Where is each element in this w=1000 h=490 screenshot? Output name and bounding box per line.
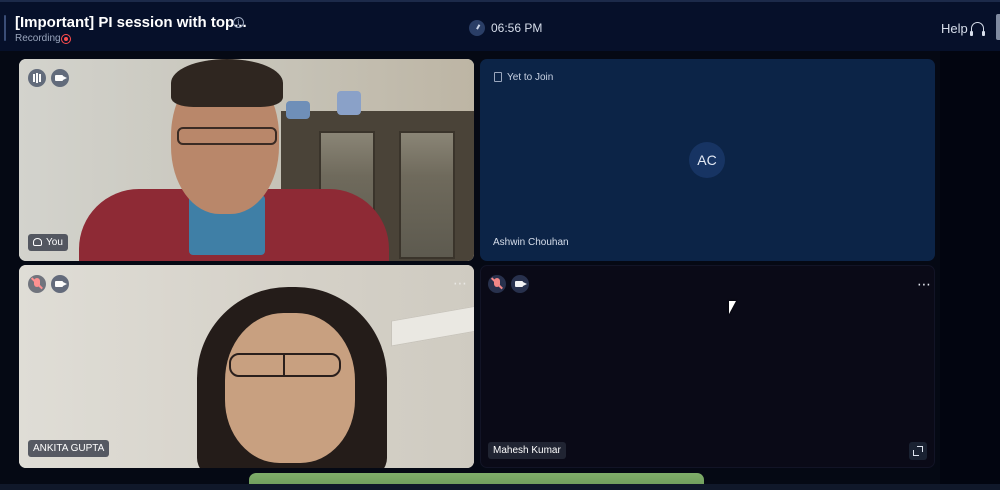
headset-icon[interactable]: [970, 22, 985, 36]
help-button[interactable]: Help: [941, 21, 968, 36]
participant-name: You: [46, 237, 63, 248]
participant-name-tag: You: [28, 234, 68, 251]
meeting-window: [Important] PI session with top... i Rec…: [0, 0, 1000, 490]
mouse-cursor: [729, 301, 736, 314]
top-bar: [Important] PI session with top... i Rec…: [0, 0, 1000, 51]
door-icon: [494, 72, 502, 82]
camera-icon[interactable]: [51, 69, 69, 87]
expand-icon[interactable]: [909, 442, 927, 460]
audio-level-icon[interactable]: [28, 69, 46, 87]
participant-tile-mahesh[interactable]: ⋯ Mahesh Kumar: [480, 265, 935, 468]
recording-icon: [61, 34, 71, 44]
speaker-icon: [33, 238, 42, 246]
participant-name: Mahesh Kumar: [488, 442, 566, 459]
participant-tile-you[interactable]: You: [19, 59, 474, 261]
participant-tile-ankita[interactable]: ⋯ ANKITA GUPTA: [19, 265, 474, 468]
participant-name: ANKITA GUPTA: [28, 440, 110, 457]
more-options-icon[interactable]: ⋯: [917, 277, 932, 291]
avatar: AC: [689, 142, 725, 178]
join-status: Yet to Join: [507, 72, 554, 83]
camera-icon[interactable]: [511, 275, 529, 293]
meeting-title: [Important] PI session with top...: [15, 14, 247, 31]
right-margin: [940, 51, 1000, 490]
more-options-icon[interactable]: ⋯: [453, 276, 468, 290]
mic-off-icon[interactable]: [28, 275, 46, 293]
info-icon[interactable]: i: [233, 17, 244, 28]
recording-label: Recording: [15, 33, 61, 44]
camera-icon[interactable]: [51, 275, 69, 293]
participant-video: [225, 313, 355, 463]
meeting-clock: 06:56 PM: [491, 21, 543, 35]
participant-tile-ashwin[interactable]: Yet to Join AC Ashwin Chouhan: [480, 59, 935, 261]
bottom-toolbar: [0, 484, 1000, 490]
participant-name: Ashwin Chouhan: [493, 237, 569, 248]
panel-handle[interactable]: [996, 14, 1000, 40]
sidebar-toggle[interactable]: [4, 15, 6, 41]
mic-off-icon[interactable]: [488, 275, 506, 293]
clock-icon: [469, 20, 485, 36]
